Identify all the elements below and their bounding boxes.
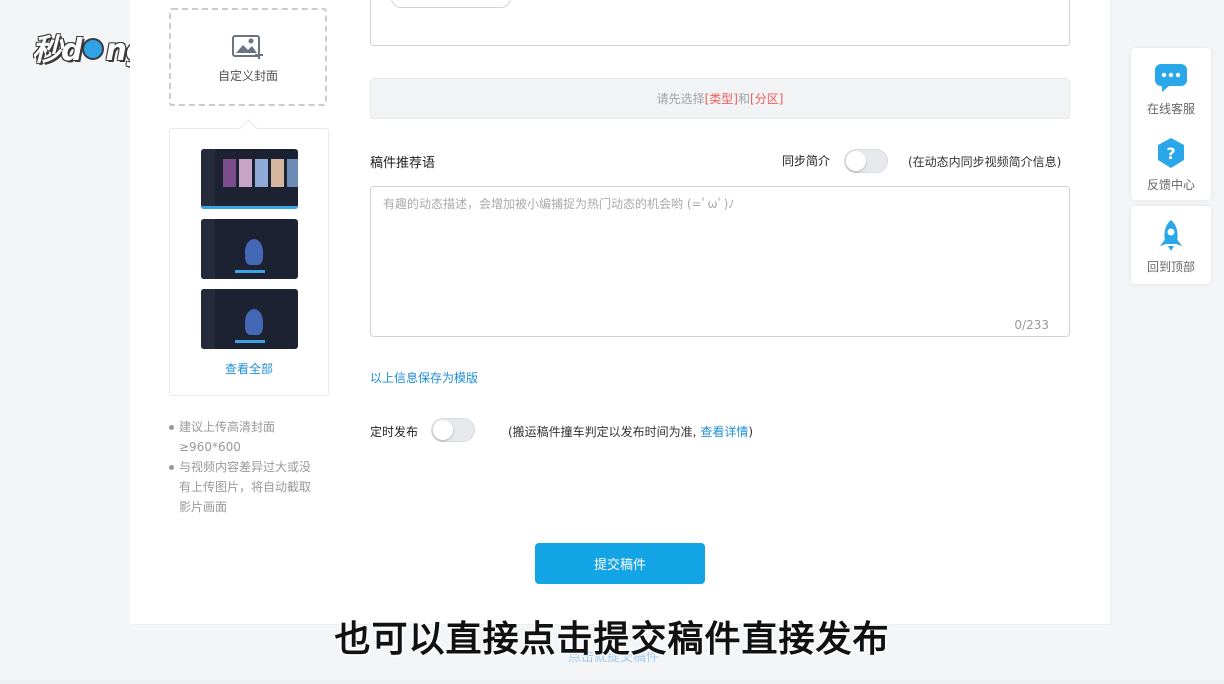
view-all-link[interactable]: 查看全部 [170, 360, 328, 377]
feedback-button[interactable]: ? 反馈中心 [1131, 136, 1211, 193]
watermark-o-icon [82, 38, 105, 60]
sync-summary-label: 同步简介 [782, 154, 831, 168]
toggle-knob [846, 151, 866, 171]
recommend-placeholder: 有趣的动态描述，会增加被小编捕捉为热门动态的机会哟 (=ﾟωﾟ)ﾉ [383, 197, 735, 211]
cover-thumbnail[interactable] [201, 149, 298, 209]
schedule-note: (搬运稿件撞车判定以发布时间为准, 查看详情) [508, 423, 753, 440]
schedule-note-suffix: ) [748, 425, 754, 439]
tip-item: 与视频内容差异过大或没 [169, 457, 329, 477]
schedule-details-link[interactable]: 查看详情 [700, 425, 748, 439]
schedule-toggle[interactable] [431, 418, 475, 442]
chat-bubble-icon [1155, 64, 1187, 92]
bottom-divider [0, 680, 1224, 684]
sync-summary-toggle[interactable] [844, 149, 888, 173]
submit-button[interactable]: 提交稿件 [535, 543, 705, 584]
cover-tips: 建议上传高清封面 ≥960*600 与视频内容差异过大或没 有上传图片，将自动截… [169, 417, 329, 517]
question-shield-icon: ? [1158, 138, 1184, 168]
toggle-knob [433, 420, 453, 440]
back-to-top-label: 回到顶部 [1146, 260, 1195, 274]
rocket-icon [1160, 220, 1182, 251]
online-service-label: 在线客服 [1146, 102, 1195, 116]
save-template-link[interactable]: 以上信息保存为模版 [370, 369, 478, 386]
sync-summary-note: (在动态内同步视频简介信息) [908, 155, 1062, 169]
image-add-icon [232, 34, 263, 59]
type-notice-section: [分区] [750, 92, 784, 106]
feedback-label: 反馈中心 [1146, 178, 1195, 192]
custom-cover-label: 自定义封面 [217, 68, 278, 83]
schedule-note-prefix: (搬运稿件撞车判定以发布时间为准, [508, 425, 701, 439]
type-section-notice: 请先选择 [类型] 和 [分区] [370, 78, 1070, 119]
cover-thumbnail[interactable] [201, 289, 298, 349]
tip-item-cont: ≥960*600 [179, 440, 241, 454]
watermark-text-left: 秒d [32, 33, 82, 68]
cover-thumbnail[interactable] [201, 219, 298, 279]
custom-cover-upload[interactable]: 自定义封面 [169, 8, 327, 106]
video-subtitle: 也可以直接点击提交稿件直接发布 [334, 619, 890, 660]
type-notice-prefix: 请先选择 [656, 92, 705, 106]
side-help-card: 在线客服 ? 反馈中心 [1131, 48, 1211, 200]
char-counter: 0/233 [1014, 318, 1049, 332]
description-textarea[interactable] [370, 0, 1070, 46]
tip-item-cont: 影片画面 [179, 500, 228, 514]
online-service-button[interactable]: 在线客服 [1131, 60, 1211, 117]
svg-text:?: ? [1166, 144, 1175, 163]
side-top-card: 回到顶部 [1131, 206, 1211, 284]
cover-suggestions-card: 查看全部 [169, 128, 329, 396]
back-to-top-button[interactable]: 回到顶部 [1131, 218, 1211, 275]
type-notice-type: [类型] [704, 92, 738, 106]
type-notice-middle: 和 [738, 92, 751, 106]
tip-item-cont: 有上传图片，将自动截取 [179, 480, 312, 494]
tip-item: 建议上传高清封面 [169, 417, 329, 437]
recommend-label: 稿件推荐语 [370, 156, 436, 171]
description-tag-pill [391, 0, 511, 8]
recommend-textarea[interactable]: 有趣的动态描述，会增加被小编捕捉为热门动态的机会哟 (=ﾟωﾟ)ﾉ 0/233 [370, 186, 1070, 337]
schedule-label: 定时发布 [370, 425, 419, 439]
